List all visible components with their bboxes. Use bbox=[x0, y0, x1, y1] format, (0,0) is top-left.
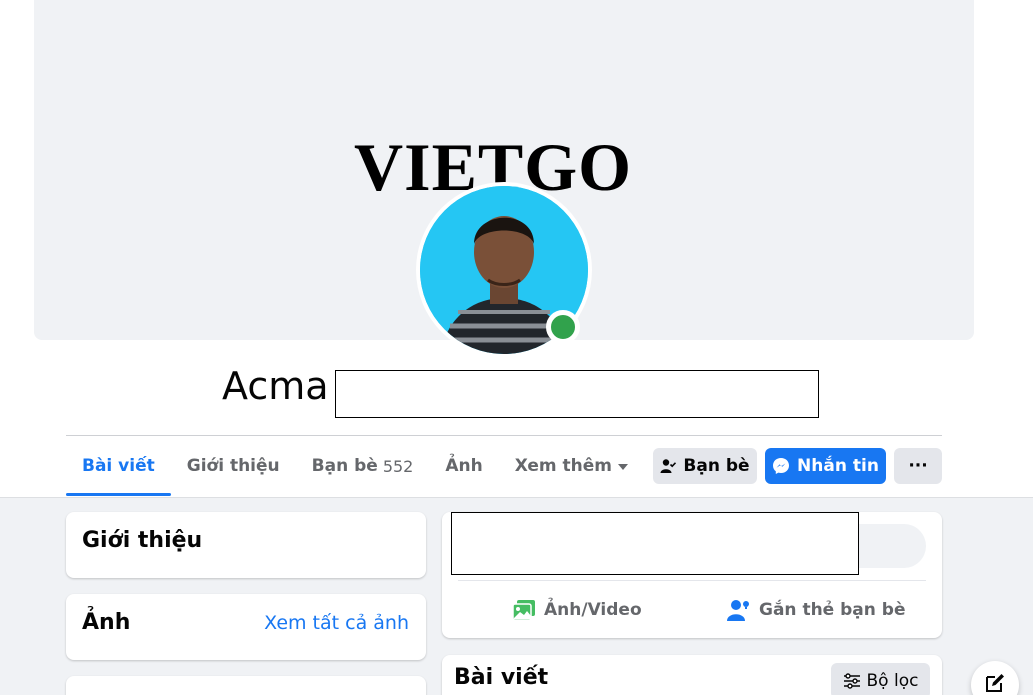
filter-icon bbox=[843, 673, 861, 689]
friends-card bbox=[66, 676, 426, 695]
photo-icon bbox=[512, 599, 536, 621]
profile-name: Acma bbox=[222, 364, 329, 408]
tab-label: Ảnh bbox=[445, 456, 483, 476]
tab-about[interactable]: Giới thiệu bbox=[171, 436, 296, 496]
posts-card: Bài viết Bộ lọc bbox=[442, 655, 942, 695]
tab-photos[interactable]: Ảnh bbox=[429, 436, 498, 496]
messenger-icon bbox=[772, 457, 790, 475]
photo-video-button[interactable]: Ảnh/Video bbox=[512, 596, 642, 624]
ellipsis-icon: ··· bbox=[908, 456, 928, 476]
intro-card: Giới thiệu bbox=[66, 512, 426, 578]
tag-friend-icon bbox=[727, 599, 751, 621]
tab-label: Giới thiệu bbox=[186, 456, 280, 476]
friends-count: 552 bbox=[382, 456, 414, 476]
compose-icon bbox=[984, 672, 1006, 695]
composer-redaction-box bbox=[451, 512, 859, 575]
message-button-label: Nhắn tin bbox=[797, 456, 879, 476]
composer-divider bbox=[458, 580, 926, 581]
message-button[interactable]: Nhắn tin bbox=[765, 448, 886, 484]
profile-tabs: Bài viết Giới thiệu Bạn bè 552 Ảnh Xem t… bbox=[66, 436, 644, 496]
filter-button[interactable]: Bộ lọc bbox=[831, 663, 930, 695]
post-composer: Ảnh/Video Gắn thẻ bạn bè bbox=[442, 512, 942, 638]
friends-button[interactable]: Bạn bè bbox=[653, 448, 757, 484]
photos-title: Ảnh bbox=[82, 610, 131, 635]
profile-header: VIETGO Acma Bài viết Giới thiệu Bạn bè 5… bbox=[0, 0, 1033, 497]
tab-label: Xem thêm bbox=[514, 456, 613, 476]
friend-check-icon bbox=[660, 458, 677, 474]
intro-title: Giới thiệu bbox=[82, 528, 203, 553]
tab-friends[interactable]: Bạn bè 552 bbox=[296, 436, 430, 496]
tab-label: Bạn bè bbox=[311, 456, 378, 476]
tab-see-more[interactable]: Xem thêm bbox=[499, 436, 644, 496]
more-options-button[interactable]: ··· bbox=[894, 448, 942, 484]
caret-down-icon bbox=[618, 464, 629, 470]
posts-title: Bài viết bbox=[454, 665, 549, 690]
tag-friends-label: Gắn thẻ bạn bè bbox=[759, 600, 906, 620]
profile-name-redaction-box bbox=[335, 370, 819, 418]
filter-button-label: Bộ lọc bbox=[866, 671, 919, 691]
tab-posts[interactable]: Bài viết bbox=[66, 436, 171, 496]
see-all-photos-link[interactable]: Xem tất cả ảnh bbox=[264, 612, 409, 634]
tag-friends-button[interactable]: Gắn thẻ bạn bè bbox=[727, 596, 905, 624]
tab-label: Bài viết bbox=[82, 456, 155, 476]
friends-button-label: Bạn bè bbox=[683, 456, 750, 476]
photos-card: Ảnh Xem tất cả ảnh bbox=[66, 594, 426, 660]
online-status-dot bbox=[546, 310, 580, 344]
photo-video-label: Ảnh/Video bbox=[544, 600, 642, 620]
